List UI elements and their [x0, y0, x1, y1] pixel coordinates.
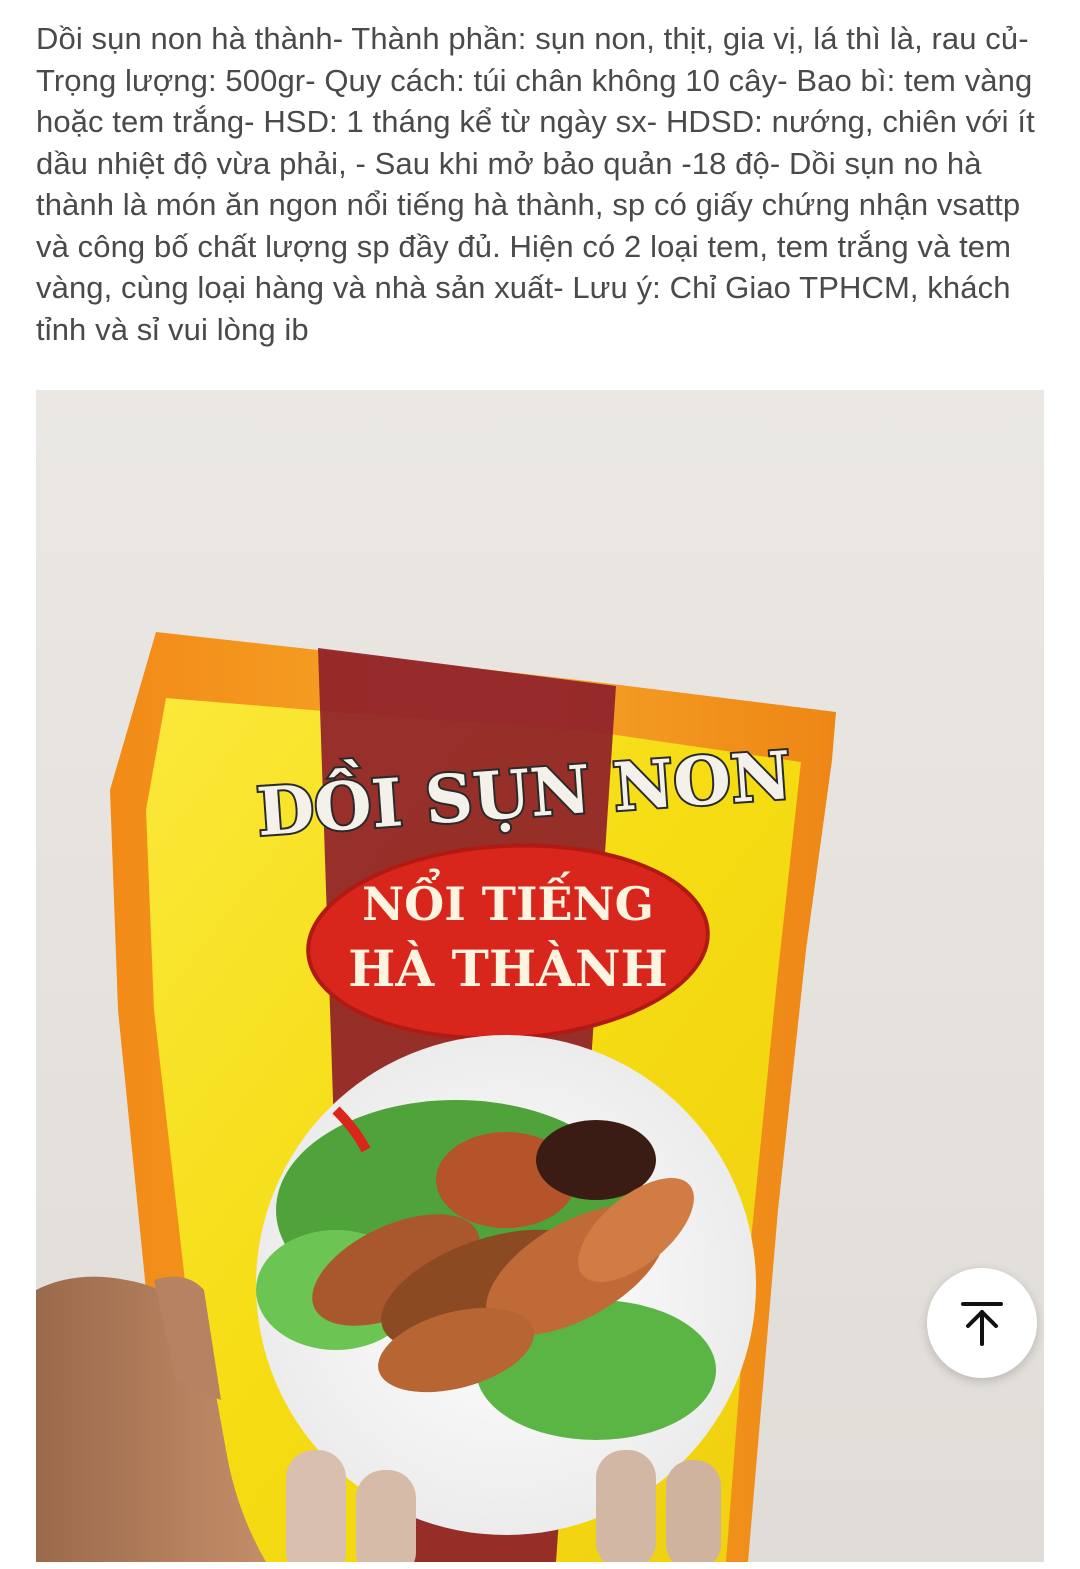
post-description: Dồi sụn non hà thành- Thành phần: sụn no… [36, 21, 1035, 347]
banner-line2: HÀ THÀNH [348, 939, 668, 998]
bottom-edge [0, 1562, 1080, 1569]
banner-line1: NỔI TIẾNG [362, 867, 654, 931]
arrow-up-to-top-icon [961, 1302, 1003, 1346]
scroll-to-top-button[interactable] [927, 1268, 1037, 1378]
product-photo[interactable]: DỒI SỤN NON NỔI TIẾNG HÀ THÀNH [36, 390, 1044, 1562]
sausage-package-illustration: DỒI SỤN NON NỔI TIẾNG HÀ THÀNH [36, 390, 1044, 1562]
